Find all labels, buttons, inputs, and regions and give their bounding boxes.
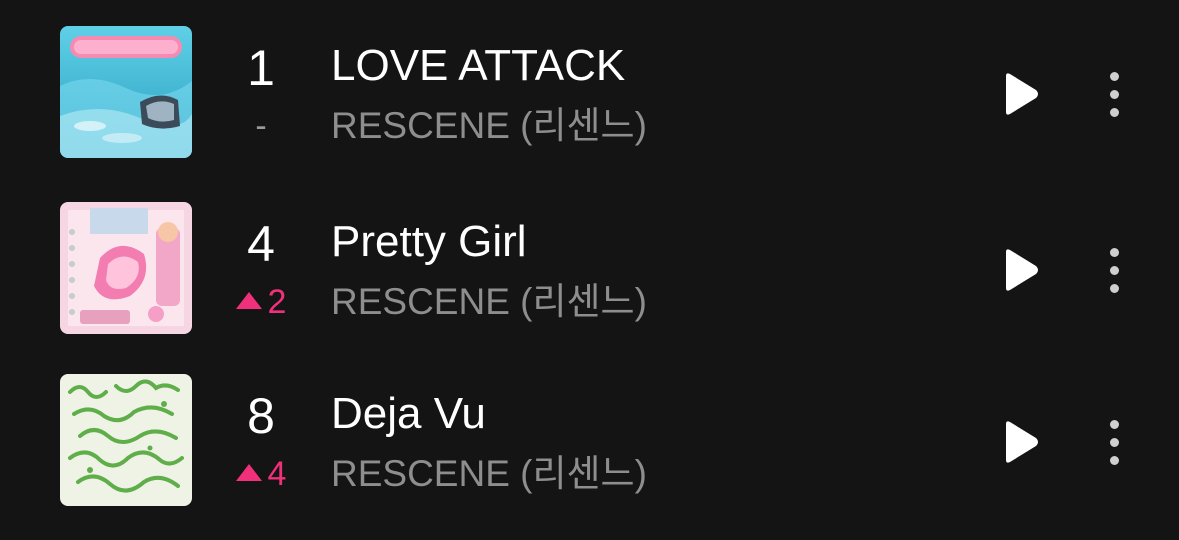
play-button[interactable] <box>996 70 1044 118</box>
play-button[interactable] <box>996 246 1044 294</box>
more-vertical-icon <box>1109 419 1119 429</box>
rank-number: 8 <box>247 388 275 444</box>
track-row[interactable]: 1 - LOVE ATTACK RESCENE (리센느) <box>0 26 1179 158</box>
play-button[interactable] <box>996 418 1044 466</box>
more-options-button[interactable] <box>1096 414 1132 470</box>
arrow-up-icon <box>235 464 262 481</box>
more-dot <box>1109 89 1119 99</box>
track-artist[interactable]: RESCENE (리센느) <box>331 104 647 148</box>
rank-change: 2 <box>212 282 310 322</box>
album-cover-pretty-girl-icon <box>60 202 192 334</box>
album-cover[interactable] <box>60 202 192 334</box>
rank-change: 4 <box>212 454 310 494</box>
more-dot <box>1109 265 1119 275</box>
rank-number: 1 <box>247 40 275 96</box>
rank-change-value: 2 <box>267 283 287 321</box>
more-vertical-icon <box>1109 247 1119 257</box>
chart-track-list: 1 - LOVE ATTACK RESCENE (리센느) 4 2 Pretty… <box>0 0 1179 540</box>
more-dot <box>1109 283 1119 293</box>
album-cover-love-attack-icon <box>60 26 192 158</box>
play-icon <box>1006 73 1038 115</box>
rank-change-value: 4 <box>267 455 287 493</box>
album-cover-deja-vu-icon <box>60 374 192 506</box>
album-cover[interactable] <box>60 374 192 506</box>
track-artist[interactable]: RESCENE (리센느) <box>331 280 647 324</box>
track-row[interactable]: 4 2 Pretty Girl RESCENE (리센느) <box>0 202 1179 334</box>
more-dot <box>1109 437 1119 447</box>
track-row[interactable]: 8 4 Deja Vu RESCENE (리센느) <box>0 374 1179 506</box>
more-options-button[interactable] <box>1096 66 1132 122</box>
more-options-button[interactable] <box>1096 242 1132 298</box>
arrow-up-icon <box>235 292 262 309</box>
track-artist[interactable]: RESCENE (리센느) <box>331 452 647 496</box>
track-title[interactable]: Pretty Girl <box>331 216 527 268</box>
more-dot <box>1109 107 1119 117</box>
rank-number: 4 <box>247 216 275 272</box>
play-icon <box>1006 249 1038 291</box>
album-cover[interactable] <box>60 26 192 158</box>
rank-change: - <box>212 106 310 146</box>
rank-change-value: - <box>255 107 267 145</box>
track-title[interactable]: LOVE ATTACK <box>331 40 625 92</box>
track-title[interactable]: Deja Vu <box>331 388 486 440</box>
play-icon <box>1006 421 1038 463</box>
more-vertical-icon <box>1109 71 1119 81</box>
more-dot <box>1109 455 1119 465</box>
